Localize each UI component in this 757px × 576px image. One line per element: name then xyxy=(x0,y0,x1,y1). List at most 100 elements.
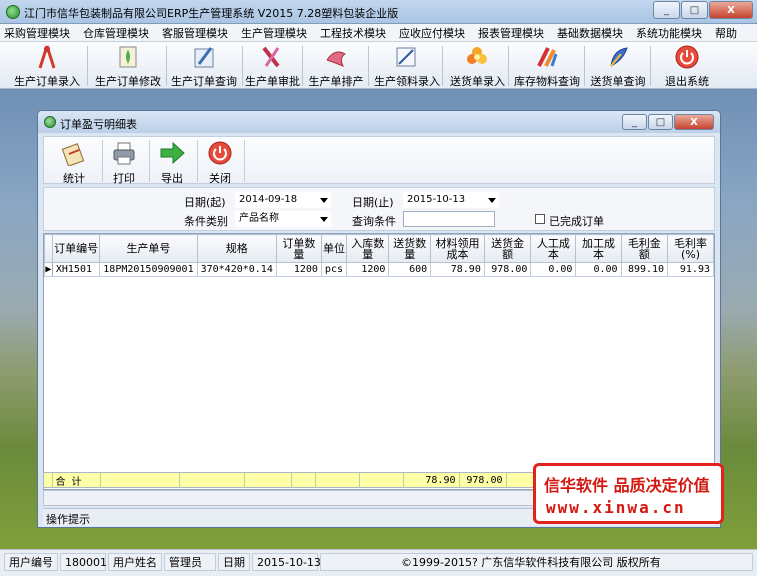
close-label: 关闭 xyxy=(209,172,231,185)
cell-material-cost[interactable]: 78.90 xyxy=(430,262,485,277)
completed-checkbox[interactable] xyxy=(535,214,545,224)
menu-base-data[interactable]: 基础数据模块 xyxy=(557,25,623,41)
toolbar-label: 生产领料录入 xyxy=(374,75,440,88)
inner-maximize-button[interactable]: □ xyxy=(648,114,673,130)
inner-toolbar: 统计 打印 导出 关闭 xyxy=(43,136,715,186)
inner-close-button[interactable]: X xyxy=(674,114,714,130)
minimize-button[interactable]: _ xyxy=(653,1,680,19)
order-approve-button[interactable]: 生产单审批 xyxy=(245,44,300,88)
toolbar-label: 生产订单录入 xyxy=(14,75,80,88)
header-order-qty[interactable]: 订单数量 xyxy=(275,234,322,263)
header-delivery-qty[interactable]: 送货数量 xyxy=(388,234,432,263)
header-material-cost[interactable]: 材料领用 成本 xyxy=(430,234,485,263)
cell-gross-profit[interactable]: 899.10 xyxy=(620,262,669,277)
date-end-picker[interactable]: 2015-10-13 xyxy=(403,192,499,208)
status-copyright: ©1999-2015? 广东信华软件科技有限公司 版权所有 xyxy=(320,553,753,571)
stats-label: 统计 xyxy=(63,172,85,185)
header-labor-cost[interactable]: 人工成本 xyxy=(530,234,577,263)
query-label: 查询条件 xyxy=(352,215,396,228)
menu-customer-service[interactable]: 客服管理模块 xyxy=(162,25,228,41)
operation-hint: 操作提示 xyxy=(46,513,90,526)
header-order-no[interactable]: 订单编号 xyxy=(51,234,101,263)
print-button[interactable]: 打印 xyxy=(104,140,144,186)
toolbar-label: 送货单查询 xyxy=(590,75,646,88)
exit-system-button[interactable]: 退出系统 xyxy=(660,44,714,88)
menu-purchase[interactable]: 采购管理模块 xyxy=(4,25,70,41)
inner-title-bar: 订单盈亏明细表 _ □ X xyxy=(38,111,720,133)
delivery-entry-button[interactable]: 送货单录入 xyxy=(450,44,505,88)
menu-engineering[interactable]: 工程技术模块 xyxy=(320,25,386,41)
cell-labor-cost[interactable]: 0.00 xyxy=(530,262,577,277)
menu-production[interactable]: 生产管理模块 xyxy=(241,25,307,41)
category-select[interactable]: 产品名称 xyxy=(235,211,331,227)
cell-order-qty[interactable]: 1200 xyxy=(275,262,322,277)
header-processing-cost[interactable]: 加工成本 xyxy=(575,234,622,263)
header-inbound-qty[interactable]: 入库数量 xyxy=(345,234,390,263)
completed-label: 已完成订单 xyxy=(549,215,604,228)
cell-order-no[interactable]: XH1501 xyxy=(51,262,101,277)
inner-minimize-button[interactable]: _ xyxy=(622,114,647,130)
toolbar-label: 生产订单查询 xyxy=(171,75,237,88)
cell-inbound-qty[interactable]: 1200 xyxy=(345,262,390,277)
order-edit-button[interactable]: 生产订单修改 xyxy=(92,44,164,88)
menu-reports[interactable]: 报表管理模块 xyxy=(478,25,544,41)
toolbar-label: 库存物料查询 xyxy=(514,75,580,88)
app-title: 江门市信华包装制品有限公司ERP生产管理系统 V2015 7.28塑料包装企业版 xyxy=(24,7,399,20)
inventory-query-button[interactable]: 库存物料查询 xyxy=(514,44,580,88)
menu-help[interactable]: 帮助 xyxy=(715,25,737,41)
header-production-no[interactable]: 生产单号 xyxy=(99,234,198,263)
status-date-label: 日期 xyxy=(218,553,250,571)
query-input[interactable] xyxy=(403,211,495,227)
status-date: 2015-10-13 xyxy=(252,553,321,571)
feather-icon xyxy=(605,44,631,70)
data-grid: 订单编号 生产单号 规格 订单数量 单位 入库数量 送货数量 材料领用 成本 送… xyxy=(43,233,715,490)
menu-receivables[interactable]: 应收应付模块 xyxy=(399,25,465,41)
cell-spec[interactable]: 370*420*0.14 xyxy=(196,262,277,277)
cell-unit[interactable]: pcs xyxy=(320,262,347,277)
stats-button[interactable]: 统计 xyxy=(54,140,94,186)
menu-bar: 采购管理模块 仓库管理模块 客服管理模块 生产管理模块 工程技术模块 应收应付模… xyxy=(0,24,757,42)
header-margin[interactable]: 毛利率 (%) xyxy=(667,234,714,263)
date-start-label: 日期(起) xyxy=(184,196,226,209)
chevron-down-icon xyxy=(320,217,328,222)
printer-icon xyxy=(111,140,137,166)
close-button[interactable]: X xyxy=(709,1,753,19)
export-button[interactable]: 导出 xyxy=(152,140,192,186)
maximize-button[interactable]: □ xyxy=(681,1,708,19)
cell-production-no[interactable]: 18PM20150909001 xyxy=(99,262,198,277)
cell-processing-cost[interactable]: 0.00 xyxy=(575,262,622,277)
cell-delivery-qty[interactable]: 600 xyxy=(388,262,432,277)
book-pen-icon xyxy=(191,44,217,70)
status-user-id-label: 用户编号 xyxy=(4,553,58,571)
chevron-down-icon xyxy=(320,198,328,203)
chevron-down-icon xyxy=(488,198,496,203)
header-unit[interactable]: 单位 xyxy=(320,234,347,263)
menu-system[interactable]: 系统功能模块 xyxy=(636,25,702,41)
toolbar-label: 送货单录入 xyxy=(450,75,505,88)
power-icon xyxy=(674,44,700,70)
header-gross-profit[interactable]: 毛利金额 xyxy=(620,234,669,263)
status-user-name: 管理员 xyxy=(164,553,216,571)
date-start-picker[interactable]: 2014-09-18 xyxy=(235,192,331,208)
table-row[interactable]: ▶ XH1501 18PM20150909001 370*420*0.14 12… xyxy=(44,262,714,277)
order-schedule-button[interactable]: 生产单排产 xyxy=(308,44,364,88)
bird-icon xyxy=(323,44,349,70)
toolbar-label: 生产订单修改 xyxy=(95,75,161,88)
header-indicator xyxy=(44,234,53,263)
close-window-button[interactable]: 关闭 xyxy=(200,140,240,186)
delivery-query-button[interactable]: 送货单查询 xyxy=(590,44,646,88)
inner-title: 订单盈亏明细表 xyxy=(60,118,137,131)
watermark-slogan: 信华软件 品质决定价值 xyxy=(544,476,710,495)
app-logo-icon xyxy=(6,5,20,19)
clipboard-icon xyxy=(61,140,87,167)
menu-warehouse[interactable]: 仓库管理模块 xyxy=(83,25,149,41)
header-delivery-amount[interactable]: 送货金额 xyxy=(483,234,532,263)
print-label: 打印 xyxy=(113,172,135,185)
material-issue-button[interactable]: 生产领料录入 xyxy=(374,44,440,88)
order-entry-button[interactable]: 生产订单录入 xyxy=(12,44,82,88)
cell-margin[interactable]: 91.93 xyxy=(667,262,714,277)
header-spec[interactable]: 规格 xyxy=(196,234,277,263)
cell-delivery-amount[interactable]: 978.00 xyxy=(483,262,532,277)
status-user-id: 180001 xyxy=(60,553,107,571)
order-query-button[interactable]: 生产订单查询 xyxy=(168,44,240,88)
